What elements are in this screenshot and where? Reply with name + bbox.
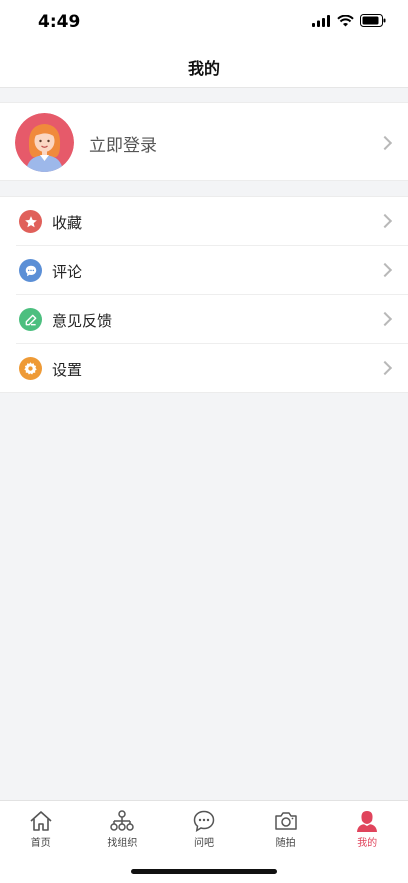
tab-ask[interactable]: 问吧 bbox=[163, 801, 245, 851]
status-time: 4:49 bbox=[38, 12, 81, 32]
chevron-right-icon bbox=[377, 213, 393, 229]
org-icon bbox=[110, 810, 135, 831]
menu-list: 收藏 评论 意见反馈 设置 bbox=[0, 196, 408, 393]
tab-label: 随拍 bbox=[275, 838, 296, 849]
wifi-icon bbox=[337, 14, 354, 26]
signal-icon bbox=[312, 14, 330, 27]
home-icon bbox=[30, 811, 52, 831]
tab-label: 首页 bbox=[30, 838, 51, 849]
avatar[interactable] bbox=[15, 113, 74, 172]
login-row[interactable]: 立即登录 bbox=[0, 102, 408, 181]
nav-bar: 我的 bbox=[0, 44, 408, 88]
camera-icon bbox=[274, 812, 297, 830]
user-icon bbox=[357, 811, 378, 832]
page-title: 我的 bbox=[187, 59, 220, 78]
home-indicator bbox=[131, 869, 277, 874]
chat-icon bbox=[193, 810, 215, 832]
comment-icon bbox=[19, 259, 42, 282]
menu-item-label: 评论 bbox=[52, 263, 83, 281]
menu-item-favorites[interactable]: 收藏 bbox=[0, 197, 408, 246]
login-label[interactable]: 立即登录 bbox=[89, 131, 157, 156]
battery-icon bbox=[360, 14, 386, 27]
menu-item-comments[interactable]: 评论 bbox=[0, 246, 408, 295]
chevron-right-icon bbox=[377, 135, 393, 151]
chevron-right-icon bbox=[377, 262, 393, 278]
status-icons bbox=[312, 14, 386, 27]
tab-label: 问吧 bbox=[193, 838, 214, 849]
tab-snapshot[interactable]: 随拍 bbox=[245, 801, 327, 851]
menu-item-settings[interactable]: 设置 bbox=[0, 344, 408, 393]
star-icon bbox=[19, 210, 42, 233]
edit-icon bbox=[19, 308, 42, 331]
tab-find-org[interactable]: 找组织 bbox=[82, 801, 164, 851]
tab-home[interactable]: 首页 bbox=[0, 801, 82, 851]
status-bar: 4:49 bbox=[0, 0, 408, 44]
menu-item-label: 意见反馈 bbox=[52, 312, 113, 330]
chevron-right-icon bbox=[377, 360, 393, 376]
tab-label: 我的 bbox=[357, 838, 378, 849]
menu-item-label: 设置 bbox=[52, 361, 83, 379]
gear-icon bbox=[19, 357, 42, 380]
menu-item-label: 收藏 bbox=[52, 214, 83, 232]
chevron-right-icon bbox=[377, 311, 393, 327]
avatar-illustration bbox=[15, 113, 74, 172]
menu-item-feedback[interactable]: 意见反馈 bbox=[0, 295, 408, 344]
tab-label: 找组织 bbox=[107, 838, 138, 849]
tab-mine[interactable]: 我的 bbox=[326, 801, 408, 851]
